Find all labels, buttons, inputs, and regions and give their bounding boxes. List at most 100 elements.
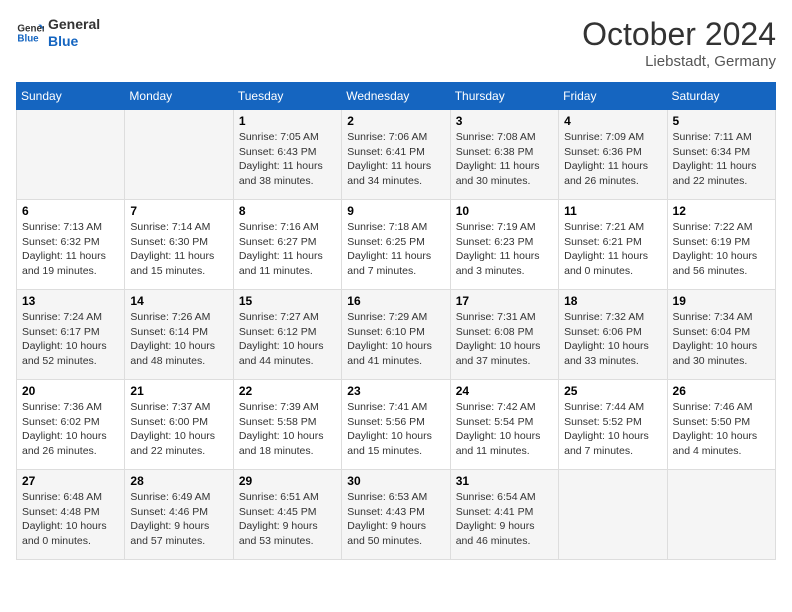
day-info: Sunrise: 7:05 AMSunset: 6:43 PMDaylight:… xyxy=(239,130,336,189)
day-number: 7 xyxy=(130,204,227,218)
day-cell: 18Sunrise: 7:32 AMSunset: 6:06 PMDayligh… xyxy=(559,290,667,380)
day-info: Sunrise: 7:08 AMSunset: 6:38 PMDaylight:… xyxy=(456,130,553,189)
day-number: 28 xyxy=(130,474,227,488)
day-number: 30 xyxy=(347,474,444,488)
day-number: 24 xyxy=(456,384,553,398)
day-cell: 30Sunrise: 6:53 AMSunset: 4:43 PMDayligh… xyxy=(342,470,450,560)
day-number: 2 xyxy=(347,114,444,128)
col-header-tuesday: Tuesday xyxy=(233,83,341,110)
logo-line2: Blue xyxy=(48,33,100,50)
logo-icon: General Blue xyxy=(16,19,44,47)
day-info: Sunrise: 7:46 AMSunset: 5:50 PMDaylight:… xyxy=(673,400,770,459)
week-row-3: 13 Sunrise: 7:24 AMSunset: 6:17 PMDayligh… xyxy=(17,290,776,380)
day-number: 3 xyxy=(456,114,553,128)
day-number: 17 xyxy=(456,294,553,308)
day-cell: 25 Sunrise: 7:44 AMSunset: 5:52 PMDayligh… xyxy=(559,380,667,470)
day-info: Sunrise: 7:18 AMSunset: 6:25 PMDaylight:… xyxy=(347,220,444,279)
day-number: 15 xyxy=(239,294,336,308)
day-number: 23 xyxy=(347,384,444,398)
day-info: Sunrise: 7:21 AMSunset: 6:21 PMDaylight:… xyxy=(564,220,661,279)
day-cell: 7Sunrise: 7:14 AMSunset: 6:30 PMDaylight… xyxy=(125,200,233,290)
day-number: 19 xyxy=(673,294,770,308)
day-number: 20 xyxy=(22,384,119,398)
day-info: Sunrise: 7:39 AMSunset: 5:58 PMDaylight:… xyxy=(239,400,336,459)
day-cell: 12 Sunrise: 7:22 AMSunset: 6:19 PMDayligh… xyxy=(667,200,775,290)
day-cell: 26 Sunrise: 7:46 AMSunset: 5:50 PMDayligh… xyxy=(667,380,775,470)
day-cell xyxy=(559,470,667,560)
day-cell: 3 Sunrise: 7:08 AMSunset: 6:38 PMDaylight… xyxy=(450,110,558,200)
day-number: 9 xyxy=(347,204,444,218)
day-cell xyxy=(125,110,233,200)
calendar-table: SundayMondayTuesdayWednesdayThursdayFrid… xyxy=(16,82,776,560)
page-header: General Blue General Blue October 2024 L… xyxy=(16,16,776,70)
day-number: 8 xyxy=(239,204,336,218)
day-number: 31 xyxy=(456,474,553,488)
day-info: Sunrise: 7:22 AMSunset: 6:19 PMDaylight:… xyxy=(673,220,770,279)
logo-line1: General xyxy=(48,16,100,33)
day-cell: 19 Sunrise: 7:34 AMSunset: 6:04 PMDayligh… xyxy=(667,290,775,380)
day-cell: 28 Sunrise: 6:49 AMSunset: 4:46 PMDayligh… xyxy=(125,470,233,560)
day-cell: 24 Sunrise: 7:42 AMSunset: 5:54 PMDayligh… xyxy=(450,380,558,470)
svg-text:Blue: Blue xyxy=(17,33,39,44)
logo: General Blue General Blue xyxy=(16,16,100,50)
day-number: 22 xyxy=(239,384,336,398)
day-number: 25 xyxy=(564,384,661,398)
day-cell: 31 Sunrise: 6:54 AMSunset: 4:41 PMDayligh… xyxy=(450,470,558,560)
day-info: Sunrise: 6:49 AMSunset: 4:46 PMDaylight:… xyxy=(130,490,227,549)
title-block: October 2024 Liebstadt, Germany xyxy=(582,16,776,70)
day-info: Sunrise: 7:11 AMSunset: 6:34 PMDaylight:… xyxy=(673,130,770,189)
day-info: Sunrise: 7:26 AMSunset: 6:14 PMDaylight:… xyxy=(130,310,227,369)
day-number: 5 xyxy=(673,114,770,128)
day-cell: 2Sunrise: 7:06 AMSunset: 6:41 PMDaylight… xyxy=(342,110,450,200)
day-cell: 22 Sunrise: 7:39 AMSunset: 5:58 PMDayligh… xyxy=(233,380,341,470)
day-number: 4 xyxy=(564,114,661,128)
day-cell: 14 Sunrise: 7:26 AMSunset: 6:14 PMDayligh… xyxy=(125,290,233,380)
day-info: Sunrise: 7:42 AMSunset: 5:54 PMDaylight:… xyxy=(456,400,553,459)
day-info: Sunrise: 7:41 AMSunset: 5:56 PMDaylight:… xyxy=(347,400,444,459)
day-info: Sunrise: 7:29 AMSunset: 6:10 PMDaylight:… xyxy=(347,310,444,369)
day-info: Sunrise: 7:44 AMSunset: 5:52 PMDaylight:… xyxy=(564,400,661,459)
day-info: Sunrise: 7:13 AMSunset: 6:32 PMDaylight:… xyxy=(22,220,119,279)
day-number: 14 xyxy=(130,294,227,308)
day-info: Sunrise: 7:36 AMSunset: 6:02 PMDaylight:… xyxy=(22,400,119,459)
day-info: Sunrise: 7:32 AMSunset: 6:06 PMDaylight:… xyxy=(564,310,661,369)
day-cell: 1 Sunrise: 7:05 AMSunset: 6:43 PMDaylight… xyxy=(233,110,341,200)
day-info: Sunrise: 7:37 AMSunset: 6:00 PMDaylight:… xyxy=(130,400,227,459)
day-number: 16 xyxy=(347,294,444,308)
day-info: Sunrise: 7:27 AMSunset: 6:12 PMDaylight:… xyxy=(239,310,336,369)
day-info: Sunrise: 7:09 AMSunset: 6:36 PMDaylight:… xyxy=(564,130,661,189)
day-cell xyxy=(17,110,125,200)
day-number: 13 xyxy=(22,294,119,308)
day-cell: 20 Sunrise: 7:36 AMSunset: 6:02 PMDayligh… xyxy=(17,380,125,470)
header-row: SundayMondayTuesdayWednesdayThursdayFrid… xyxy=(17,83,776,110)
day-cell: 21 Sunrise: 7:37 AMSunset: 6:00 PMDayligh… xyxy=(125,380,233,470)
day-info: Sunrise: 6:51 AMSunset: 4:45 PMDaylight:… xyxy=(239,490,336,549)
day-cell: 17 Sunrise: 7:31 AMSunset: 6:08 PMDayligh… xyxy=(450,290,558,380)
day-cell: 8Sunrise: 7:16 AMSunset: 6:27 PMDaylight… xyxy=(233,200,341,290)
day-cell: 27Sunrise: 6:48 AMSunset: 4:48 PMDayligh… xyxy=(17,470,125,560)
day-cell: 9 Sunrise: 7:18 AMSunset: 6:25 PMDaylight… xyxy=(342,200,450,290)
col-header-saturday: Saturday xyxy=(667,83,775,110)
day-info: Sunrise: 6:48 AMSunset: 4:48 PMDaylight:… xyxy=(22,490,119,549)
col-header-monday: Monday xyxy=(125,83,233,110)
day-info: Sunrise: 7:34 AMSunset: 6:04 PMDaylight:… xyxy=(673,310,770,369)
day-cell: 16 Sunrise: 7:29 AMSunset: 6:10 PMDayligh… xyxy=(342,290,450,380)
day-number: 11 xyxy=(564,204,661,218)
day-info: Sunrise: 7:31 AMSunset: 6:08 PMDaylight:… xyxy=(456,310,553,369)
day-number: 26 xyxy=(673,384,770,398)
day-cell: 11 Sunrise: 7:21 AMSunset: 6:21 PMDayligh… xyxy=(559,200,667,290)
week-row-1: 1 Sunrise: 7:05 AMSunset: 6:43 PMDaylight… xyxy=(17,110,776,200)
day-number: 21 xyxy=(130,384,227,398)
day-number: 1 xyxy=(239,114,336,128)
day-number: 6 xyxy=(22,204,119,218)
day-info: Sunrise: 6:54 AMSunset: 4:41 PMDaylight:… xyxy=(456,490,553,549)
day-cell: 6 Sunrise: 7:13 AMSunset: 6:32 PMDaylight… xyxy=(17,200,125,290)
day-number: 12 xyxy=(673,204,770,218)
week-row-5: 27Sunrise: 6:48 AMSunset: 4:48 PMDayligh… xyxy=(17,470,776,560)
day-cell: 10Sunrise: 7:19 AMSunset: 6:23 PMDayligh… xyxy=(450,200,558,290)
day-info: Sunrise: 7:24 AMSunset: 6:17 PMDaylight:… xyxy=(22,310,119,369)
col-header-friday: Friday xyxy=(559,83,667,110)
location: Liebstadt, Germany xyxy=(582,53,776,70)
week-row-4: 20 Sunrise: 7:36 AMSunset: 6:02 PMDayligh… xyxy=(17,380,776,470)
day-cell: 23 Sunrise: 7:41 AMSunset: 5:56 PMDayligh… xyxy=(342,380,450,470)
